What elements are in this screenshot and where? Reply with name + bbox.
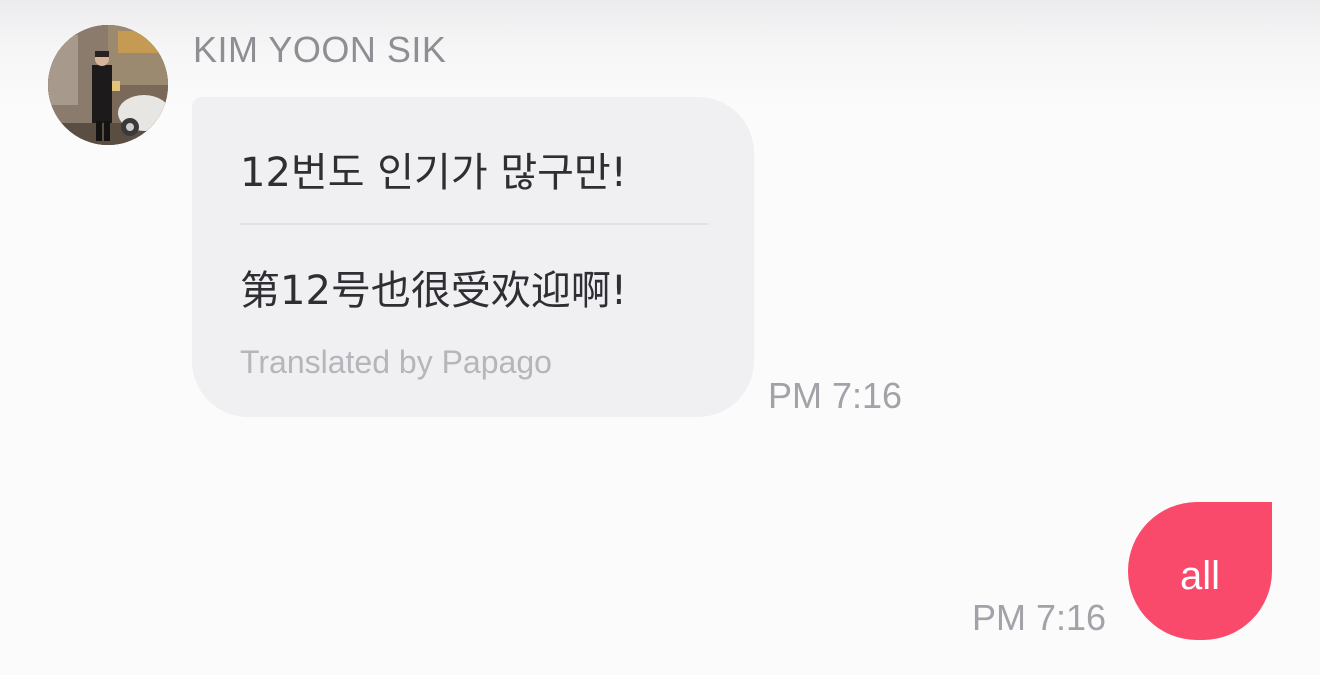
translation-credit: Translated by Papago — [240, 344, 552, 380]
avatar-photo-icon — [48, 25, 168, 145]
original-message-text: 12번도 인기가 많구만! — [240, 150, 627, 196]
translated-message-text: 第12号也很受欢迎啊! — [240, 268, 627, 314]
sender-name: KIM YOON SIK — [193, 29, 447, 70]
incoming-message-bubble[interactable]: 12번도 인기가 많구만! 第12号也很受欢迎啊! Translated by … — [192, 97, 754, 417]
incoming-timestamp: PM 7:16 — [768, 375, 903, 416]
outgoing-timestamp: PM 7:16 — [972, 597, 1107, 638]
outgoing-message-bubble[interactable]: all — [1128, 502, 1272, 640]
sender-avatar[interactable] — [48, 25, 168, 145]
outgoing-message-text: all — [1179, 554, 1221, 598]
translation-divider — [240, 223, 708, 225]
